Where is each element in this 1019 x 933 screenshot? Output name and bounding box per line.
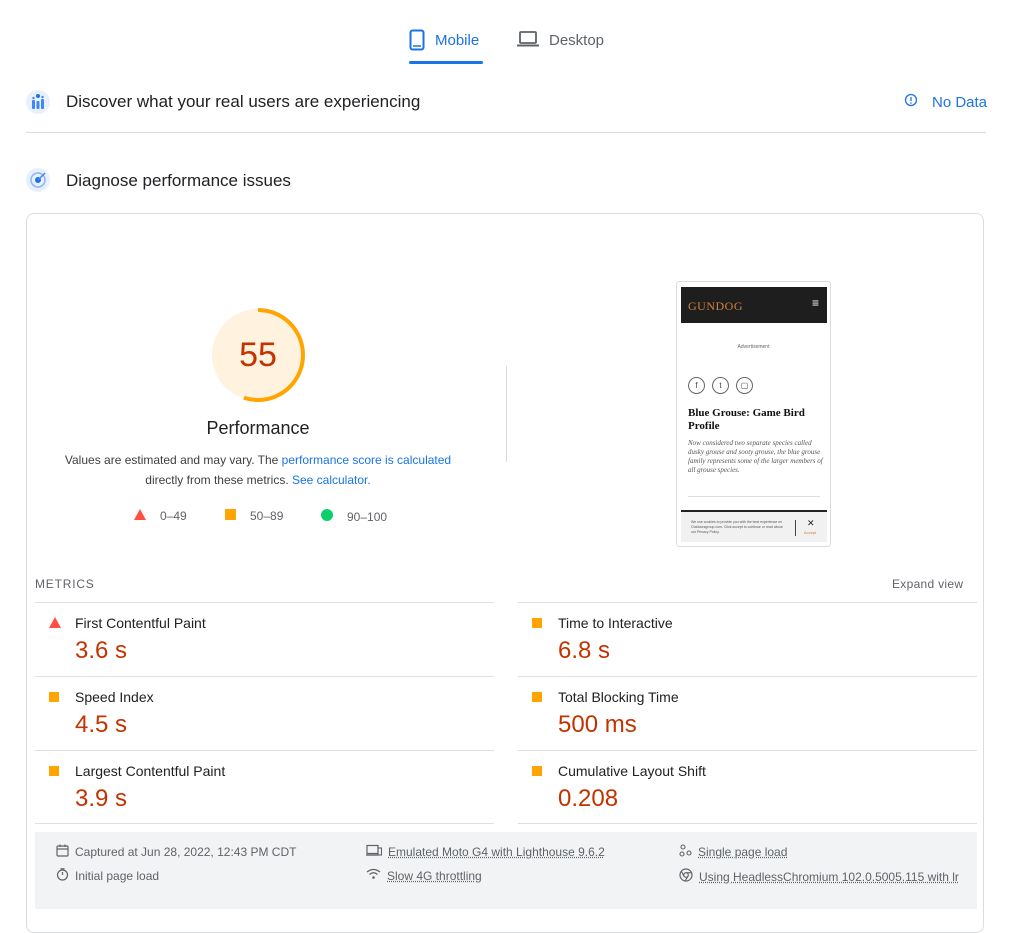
no-data-status[interactable]: No Data [904, 93, 987, 112]
screenshot-header: GUNDOG ≡ [681, 287, 827, 323]
hamburger-icon: ≡ [812, 296, 819, 310]
wifi-icon [366, 868, 381, 883]
metric-fcp-value: 3.6 s [75, 637, 127, 665]
screenshot-ad-label: Advertisement [677, 344, 830, 350]
info-icon [904, 93, 918, 112]
tab-desktop-label: Desktop [549, 32, 604, 49]
browser-info[interactable]: Using HeadlessChromium 102.0.5005.115 wi… [679, 868, 959, 885]
legend-poor-label: 0–49 [160, 509, 187, 523]
throttling-text: Slow 4G throttling [387, 869, 482, 883]
metric-tti-name: Time to Interactive [558, 615, 673, 631]
metric-divider [35, 676, 494, 677]
metric-tbt-name: Total Blocking Time [558, 689, 679, 705]
load-type-info[interactable]: Single page load [679, 844, 787, 860]
legend-average: 50–89 [225, 509, 283, 523]
average-square-icon [49, 766, 59, 776]
legend-good-label: 90–100 [347, 510, 387, 524]
section-divider [26, 132, 986, 133]
comment-icon: ▢ [736, 377, 753, 394]
chrome-icon [679, 868, 693, 885]
tab-mobile[interactable]: Mobile [409, 22, 483, 64]
nodes-icon [679, 844, 692, 860]
diagnose-icon [25, 167, 51, 198]
device-info[interactable]: Emulated Moto G4 with Lighthouse 9.6.2 [366, 844, 605, 860]
performance-description: Values are estimated and may vary. The p… [55, 450, 461, 490]
circle-icon [321, 509, 333, 524]
metric-fcp-name: First Contentful Paint [75, 615, 206, 631]
initial-load-text: Initial page load [75, 869, 159, 883]
metric-divider [35, 823, 494, 824]
tab-desktop[interactable]: Desktop [517, 22, 607, 64]
metric-cls-value: 0.208 [558, 785, 618, 813]
see-calculator-link[interactable]: See calculator. [292, 473, 371, 487]
device-text: Emulated Moto G4 with Lighthouse 9.6.2 [388, 845, 605, 859]
lab-results-card [26, 213, 984, 933]
performance-score: 55 [210, 307, 306, 403]
screenshot-article-title: Blue Grouse: Game Bird Profile [688, 407, 823, 433]
mobile-icon [409, 29, 425, 56]
poor-triangle-icon [49, 617, 61, 628]
legend-average-label: 50–89 [250, 509, 283, 523]
no-data-label: No Data [932, 94, 987, 111]
metric-divider [518, 823, 977, 824]
square-icon [225, 509, 236, 523]
devices-icon [366, 844, 382, 860]
metric-divider [518, 676, 977, 677]
laptop-icon [517, 31, 539, 52]
cookie-accept: Accept [804, 530, 816, 535]
average-square-icon [532, 692, 542, 702]
captured-info: Captured at Jun 28, 2022, 12:43 PM CDT [56, 844, 296, 860]
screenshot-article-body: Now considered two separate species call… [688, 439, 823, 475]
browser-text: Using HeadlessChromium 102.0.5005.115 wi… [699, 870, 959, 884]
load-type-text: Single page load [698, 845, 787, 859]
field-data-icon [25, 89, 51, 120]
diagnose-title: Diagnose performance issues [66, 171, 291, 191]
cookie-separator [795, 520, 796, 536]
average-square-icon [532, 766, 542, 776]
average-square-icon [532, 618, 542, 628]
cookie-text: We use cookies to provide you with the b… [691, 520, 787, 535]
vertical-divider [506, 366, 507, 462]
calendar-icon [56, 844, 69, 860]
metric-si-value: 4.5 s [75, 711, 127, 739]
expand-view-button[interactable]: Expand view [892, 577, 963, 591]
average-square-icon [49, 692, 59, 702]
captured-text: Captured at Jun 28, 2022, 12:43 PM CDT [75, 845, 296, 859]
metric-tbt-value: 500 ms [558, 711, 637, 739]
metric-divider [35, 602, 494, 603]
twitter-icon: t [712, 377, 729, 394]
timer-icon [56, 868, 69, 884]
initial-load-info: Initial page load [56, 868, 159, 884]
desc-text-1: Values are estimated and may vary. The [65, 453, 282, 467]
throttling-info[interactable]: Slow 4G throttling [366, 868, 482, 883]
screenshot-logo: GUNDOG [688, 299, 743, 314]
metric-divider [518, 750, 977, 751]
performance-title: Performance [158, 418, 358, 439]
metric-tti-value: 6.8 s [558, 637, 610, 665]
metrics-header: METRICS [35, 577, 95, 591]
tab-mobile-label: Mobile [435, 32, 479, 49]
close-icon: ✕ [807, 518, 815, 529]
facebook-icon: f [688, 377, 705, 394]
score-calculated-link[interactable]: performance score is calculated [282, 453, 451, 467]
metric-cls-name: Cumulative Layout Shift [558, 763, 706, 779]
metric-lcp-value: 3.9 s [75, 785, 127, 813]
field-data-title: Discover what your real users are experi… [66, 92, 420, 112]
triangle-icon [134, 509, 146, 523]
screenshot-rule [688, 496, 820, 497]
screenshot-cookie-banner: We use cookies to provide you with the b… [681, 510, 827, 542]
metric-si-name: Speed Index [75, 689, 154, 705]
legend-good: 90–100 [321, 509, 387, 524]
desc-text-2: directly from these metrics. [145, 473, 292, 487]
legend-poor: 0–49 [134, 509, 187, 523]
metric-divider [35, 750, 494, 751]
metric-lcp-name: Largest Contentful Paint [75, 763, 225, 779]
final-screenshot: GUNDOG ≡ Advertisement f t ▢ Blue Grouse… [676, 281, 831, 547]
metric-divider [518, 602, 977, 603]
